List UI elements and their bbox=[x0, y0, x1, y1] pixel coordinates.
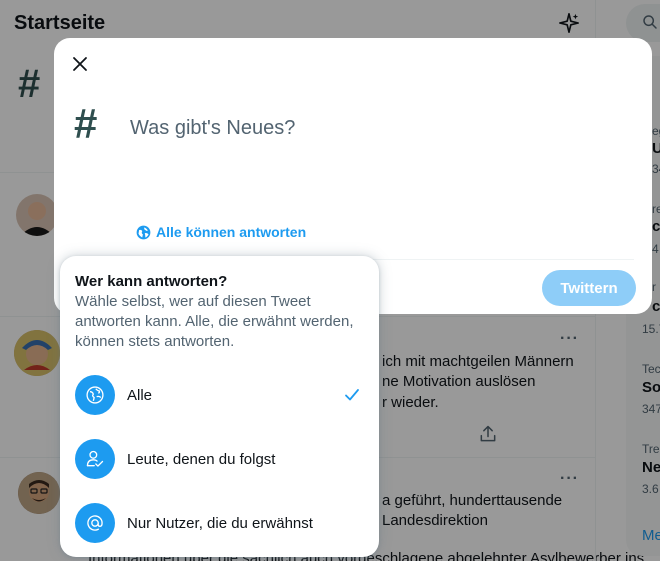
trend-count: 34 bbox=[652, 162, 660, 176]
trend-category: eg bbox=[652, 124, 660, 138]
reply-setting-label: Alle können antworten bbox=[156, 224, 307, 240]
option-label: Leute, denen du folgst bbox=[127, 450, 276, 468]
share-icon[interactable] bbox=[478, 424, 498, 444]
trend-count: 3.6 bbox=[642, 482, 659, 496]
tweet-text: a geführt, hunderttausende bbox=[382, 492, 563, 509]
globe-icon bbox=[75, 375, 115, 415]
at-icon bbox=[75, 503, 115, 543]
profile-avatar: # bbox=[18, 62, 41, 106]
tweet-button[interactable]: Twittern bbox=[542, 270, 636, 306]
trend-title[interactable]: Ne bbox=[642, 459, 660, 476]
trend-title[interactable]: c bbox=[652, 298, 660, 315]
checkmark-icon bbox=[345, 389, 359, 401]
more-options-icon[interactable]: ··· bbox=[560, 470, 579, 488]
menu-description: Wähle selbst, wer auf diesen Tweet antwo… bbox=[75, 293, 354, 350]
trend-count: 15.7 bbox=[642, 322, 660, 336]
tweet-text: r wieder. bbox=[382, 394, 439, 411]
tweet-text: Landesdirektion bbox=[382, 512, 488, 529]
trend-title[interactable]: c bbox=[652, 218, 660, 235]
trend-category: Tre bbox=[642, 442, 660, 456]
option-label: Alle bbox=[127, 386, 153, 404]
reply-setting-button[interactable]: Alle können antworten bbox=[136, 224, 306, 240]
tweet-compose-input[interactable] bbox=[130, 112, 630, 144]
trend-category: re bbox=[652, 202, 660, 216]
reply-option-everyone[interactable]: Alle bbox=[60, 363, 379, 427]
tweet-text: ne Motivation auslösen bbox=[382, 373, 536, 390]
tweet-text: ich mit machtgeilen Männern bbox=[382, 353, 574, 370]
page-title: Startseite bbox=[14, 12, 106, 34]
avatar[interactable] bbox=[16, 194, 58, 236]
trend-count: 4 bbox=[652, 242, 659, 256]
globe-icon bbox=[136, 225, 151, 239]
avatar[interactable] bbox=[18, 472, 60, 514]
trend-title[interactable]: U bbox=[652, 140, 660, 157]
avatar-person-icon bbox=[18, 472, 60, 514]
avatar[interactable] bbox=[14, 330, 60, 376]
trend-title[interactable]: So bbox=[642, 379, 660, 396]
more-options-icon[interactable]: ··· bbox=[560, 330, 579, 348]
trend-count: 347 bbox=[642, 402, 660, 416]
avatar-person-icon bbox=[20, 202, 54, 236]
avatar-person-icon bbox=[14, 330, 60, 376]
profile-avatar: # bbox=[74, 100, 98, 147]
sparkle-icon[interactable] bbox=[558, 12, 580, 34]
option-label: Nur Nutzer, die du erwähnst bbox=[127, 514, 313, 532]
trend-category: Tec bbox=[642, 362, 660, 376]
reply-option-mentioned[interactable]: Nur Nutzer, die du erwähnst bbox=[60, 491, 379, 555]
search-icon bbox=[643, 15, 657, 29]
person-follow-icon bbox=[75, 439, 115, 479]
close-icon bbox=[73, 57, 87, 71]
close-button[interactable] bbox=[68, 52, 92, 76]
reply-option-following[interactable]: Leute, denen du folgst bbox=[60, 427, 379, 491]
menu-title: Wer kann antworten? bbox=[75, 273, 228, 290]
trend-category: r bbox=[652, 280, 656, 294]
show-more-link[interactable]: Me bbox=[642, 527, 660, 544]
reply-permission-menu: Wer kann antworten? Wähle selbst, wer au… bbox=[60, 256, 379, 557]
